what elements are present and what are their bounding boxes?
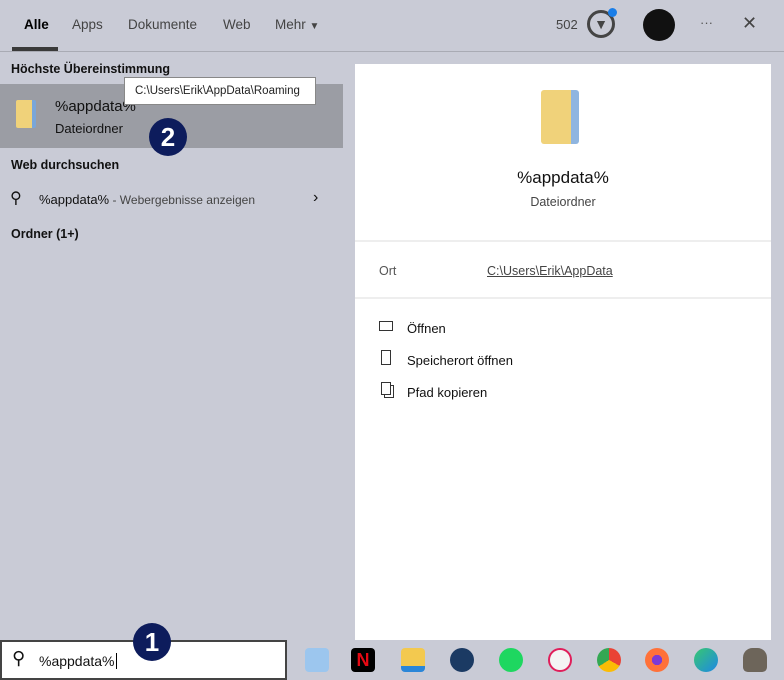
search-icon: ⚲ xyxy=(12,648,26,668)
detail-subtitle: Dateiordner xyxy=(530,195,596,209)
detail-title: %appdata% xyxy=(517,168,609,187)
web-query: %appdata% - Webergebnisse anzeigen xyxy=(39,192,255,207)
detail-pane: %appdata% Dateiordner Ort C:\Users\Erik\… xyxy=(355,64,771,640)
divider xyxy=(0,51,784,52)
tooltip: C:\Users\Erik\AppData\Roaming xyxy=(124,77,316,105)
best-match-subtitle: Dateiordner xyxy=(55,121,123,136)
more-options-button[interactable]: ··· xyxy=(700,15,713,30)
points-count: 502 xyxy=(556,17,578,32)
action-label: Öffnen xyxy=(407,321,446,336)
slack-icon[interactable] xyxy=(548,648,572,672)
search-icon: ⚲ xyxy=(10,190,22,207)
location-label: Ort xyxy=(379,264,397,278)
file-location-icon xyxy=(381,350,391,365)
open-icon xyxy=(379,321,393,331)
gimp-icon[interactable] xyxy=(743,648,767,672)
tab-apps[interactable]: Apps xyxy=(72,17,103,32)
steam-icon[interactable] xyxy=(450,648,474,672)
action-label: Pfad kopieren xyxy=(407,385,488,400)
tab-mehr[interactable]: Mehr ▼ xyxy=(275,17,319,32)
chevron-down-icon: ▼ xyxy=(309,21,320,32)
folder-icon xyxy=(16,100,36,128)
spotify-icon[interactable] xyxy=(499,648,523,672)
divider xyxy=(355,297,771,299)
web-query-text: %appdata% xyxy=(39,192,110,207)
search-text: %appdata% xyxy=(39,653,117,669)
edge-icon[interactable] xyxy=(694,648,718,672)
rewards-trophy-icon[interactable]: ▼ xyxy=(587,8,617,38)
best-match-heading: Höchste Übereinstimmung xyxy=(11,62,171,76)
tab-alle[interactable]: Alle xyxy=(24,17,49,32)
chevron-right-icon: › xyxy=(313,189,319,206)
tab-web[interactable]: Web xyxy=(223,17,251,32)
annotation-2: 2 xyxy=(149,118,187,156)
web-heading: Web durchsuchen xyxy=(11,158,120,172)
chrome-icon[interactable] xyxy=(597,648,621,672)
computer-icon[interactable] xyxy=(305,648,329,672)
action-label: Speicherort öffnen xyxy=(407,353,513,368)
file-explorer-icon[interactable] xyxy=(401,648,425,672)
tab-mehr-label: Mehr xyxy=(275,17,306,32)
tab-dokumente[interactable]: Dokumente xyxy=(128,17,197,32)
copy-icon xyxy=(381,382,391,395)
folders-heading[interactable]: Ordner (1+) xyxy=(11,227,79,241)
web-suffix: - Webergebnisse anzeigen xyxy=(109,193,255,207)
location-link[interactable]: C:\Users\Erik\AppData xyxy=(487,264,613,278)
folder-large-icon xyxy=(541,90,579,144)
netflix-icon[interactable]: N xyxy=(351,648,375,672)
close-button[interactable]: ✕ xyxy=(742,13,757,34)
avatar[interactable] xyxy=(643,9,675,41)
annotation-1: 1 xyxy=(133,623,171,661)
web-search-item[interactable]: ⚲ %appdata% - Webergebnisse anzeigen › xyxy=(0,184,343,214)
divider xyxy=(355,240,771,242)
firefox-icon[interactable] xyxy=(645,648,669,672)
